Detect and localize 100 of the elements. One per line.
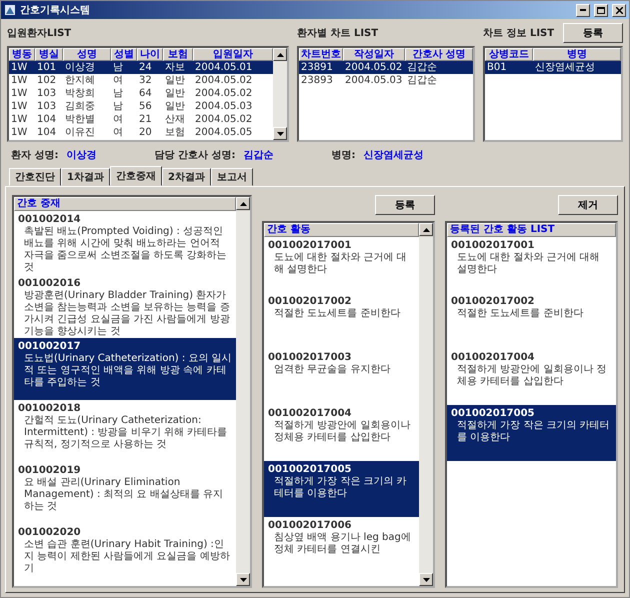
table-cell-text: 21 xyxy=(138,113,153,126)
list-item[interactable]: 001002019 요 배설 관리(Urinary Elimination Management) : 최적의 요 배설상태를 유지하는 것 xyxy=(14,462,236,524)
register-button[interactable]: 등록 xyxy=(375,195,435,215)
scroll-up-icon[interactable] xyxy=(419,223,433,236)
table-cell-text: 이유진 xyxy=(64,126,96,139)
minimize-icon xyxy=(580,9,586,11)
maximize-button[interactable] xyxy=(594,4,608,16)
item-description: 도뇨법(Urinary Catheterization) : 요의 일시적 또는 영구적인 배액을 위해 방광 속에 카테타를 주입하는 것 xyxy=(23,353,232,389)
column-header[interactable]: 병동 xyxy=(9,48,35,61)
table-row[interactable]: 23893 2004.05.03 김갑순 xyxy=(299,74,473,87)
item-description: 적절한 도뇨세트를 준비한다 xyxy=(273,308,402,320)
list-item[interactable]: 001002018 간헐적 도뇨(Urinary Catheterization: Intermittent) : 방광을 비우기 위해 카테타를 규칙적, 정기적으로 사용하는 것 xyxy=(14,400,236,462)
register-button[interactable]: 등록 xyxy=(563,23,623,43)
scroll-up-icon[interactable] xyxy=(273,48,287,61)
table-cell-text: B01 xyxy=(486,61,508,74)
table-cell-text: 일반 xyxy=(164,74,186,87)
table-cell-text: 남 xyxy=(112,61,124,74)
column-header[interactable]: 보험 xyxy=(163,48,193,61)
list-item[interactable]: 001002017001 도뇨에 대한 절차와 근거에 대해 설명한다 xyxy=(447,237,616,293)
table-cell-text: 24 xyxy=(138,61,153,74)
item-description: 촉발된 배뇨(Prompted Voiding) : 성공적인 배뇨를 위해 시간에 맞춰 배뇨하라는 언어적 자극을 줌으로써 소변조절을 하도록 강화하는 것 xyxy=(23,226,228,274)
list-item[interactable]: 001002017006 침상옆 배액 용기나 leg bag에 정체 카테터를 연결시킨 xyxy=(264,517,419,573)
scroll-down-icon[interactable] xyxy=(419,573,433,586)
table-cell-text: 박한별 xyxy=(64,113,96,126)
table-cell-text: 여 xyxy=(112,113,124,126)
table-cell-text: 일반 xyxy=(164,87,186,100)
table-cell-text: 남 xyxy=(112,100,124,113)
scroll-up-icon[interactable] xyxy=(236,197,250,210)
item-code: 001002017002 xyxy=(268,296,352,308)
table-cell-text: 자보 xyxy=(164,61,186,74)
column-header[interactable]: 나이 xyxy=(137,48,163,61)
tab[interactable]: 1차결과 xyxy=(61,168,110,186)
list-item[interactable]: 001002017002 적절한 도뇨세트를 준비한다 xyxy=(264,293,419,349)
table-cell-text: 2004.05.02 xyxy=(194,113,254,126)
column-header[interactable]: 작성일자 xyxy=(343,48,405,61)
table-cell-text: 2004.05.02 xyxy=(344,61,404,74)
tab[interactable]: 간호중재 xyxy=(110,166,162,186)
list-item[interactable]: 001002016 방광훈련(Urinary Bladder Training) 환자가 소변을 참는능력과 소변을 보유하는 능력을 증가시켜 긴급성 요실금을 가진 사람들에게 방광기능을 향상시키는 것 xyxy=(14,274,236,338)
item-description: 도뇨에 대한 절차와 근거에 대해 설명한다 xyxy=(273,252,408,276)
item-description: 적절한 도뇨세트를 준비한다 xyxy=(456,308,584,320)
item-code: 001002016 xyxy=(18,278,82,290)
table-cell-text: 101 xyxy=(36,61,58,74)
tab[interactable]: 2차결과 xyxy=(162,168,211,186)
scroll-down-icon[interactable] xyxy=(236,573,250,586)
remove-button[interactable]: 제거 xyxy=(558,195,618,215)
table-row[interactable]: 1W 104 이유진 여 20 보험 2004.05.05 xyxy=(9,126,273,139)
column-header[interactable]: 병명 xyxy=(533,48,621,61)
table-cell-text: 여 xyxy=(112,74,124,87)
list-item[interactable]: 001002017004 적절하게 방광안에 일회용이나 정체용 카테터를 삽입한다 xyxy=(264,405,419,461)
tab[interactable]: 보고서 xyxy=(210,168,253,186)
tab[interactable]: 간호진단 xyxy=(9,168,61,186)
table-cell-text: 102 xyxy=(36,74,58,87)
list-title: 환자별 차트 LIST xyxy=(297,27,378,40)
close-button[interactable] xyxy=(612,4,626,16)
item-code: 001002017003 xyxy=(268,352,352,364)
table-cell-text: 2004.05.03 xyxy=(194,100,254,113)
window-title: 간호기록시스템 xyxy=(20,4,91,17)
table-row[interactable]: B01 신장염세균성 xyxy=(485,61,621,74)
list-header: 간호 중재 xyxy=(14,197,236,211)
table-row[interactable]: 1W 101 이상경 남 24 자보 2004.05.01 xyxy=(9,61,273,74)
table-row[interactable]: 1W 102 한지혜 여 32 일반 2004.05.02 xyxy=(9,74,273,87)
app-icon xyxy=(4,4,16,16)
column-header[interactable]: 간호사 성명 xyxy=(405,48,473,61)
table-cell-text: 한지혜 xyxy=(64,74,96,87)
scroll-down-icon[interactable] xyxy=(273,127,287,140)
item-code: 001002020 xyxy=(18,527,82,539)
table-row[interactable]: 1W 103 김희중 남 56 일반 2004.05.03 xyxy=(9,100,273,113)
list-title: 차트 정보 LIST xyxy=(483,27,554,40)
list-item[interactable]: 001002017002 적절한 도뇨세트를 준비한다 xyxy=(447,293,616,349)
table-row[interactable]: 23891 2004.05.02 김갑순 xyxy=(299,61,473,74)
table-row[interactable]: 1W 104 박한별 여 21 산재 2004.05.02 xyxy=(9,113,273,126)
column-header[interactable]: 입원일자 xyxy=(193,48,273,61)
table-cell-text: 2004.05.05 xyxy=(194,126,254,139)
minimize-button[interactable] xyxy=(576,4,590,16)
table-cell-text: 신장염세균성 xyxy=(534,61,596,74)
table-cell-text: 2004.05.02 xyxy=(194,87,254,100)
table-cell-text: 1W xyxy=(10,126,28,139)
list-item[interactable]: 001002020 소변 습관 훈련(Urinary Habit Training) :인지 능력이 제한된 사람들에게 요실금을 예방하기 xyxy=(14,524,236,586)
list-item[interactable]: 001002017005 적절하게 가장 작은 크기의 카테터를 이용한다 xyxy=(264,461,419,517)
item-description: 소변 습관 훈련(Urinary Habit Training) :인지 능력이 제한된 사람들에게 요실금을 예방하기 xyxy=(23,539,231,575)
column-header[interactable]: 성별 xyxy=(111,48,137,61)
column-header[interactable]: 상병코드 xyxy=(485,48,533,61)
column-header[interactable]: 차트번호 xyxy=(299,48,343,61)
table-row[interactable]: 1W 103 박창희 남 64 일반 2004.05.02 xyxy=(9,87,273,100)
column-header[interactable]: 성명 xyxy=(63,48,111,61)
list-item[interactable]: 001002017 도뇨법(Urinary Catheterization) : 요의 일시적 또는 영구적인 배액을 위해 방광 속에 카테타를 주입하는 것 xyxy=(14,338,236,400)
table-cell-text: 김갑순 xyxy=(406,74,438,87)
table-cell-text: 1W xyxy=(10,87,28,100)
list-item[interactable]: 001002017005 적절하게 가장 작은 크기의 카테터를 이용한다 xyxy=(447,405,616,461)
column-header[interactable]: 병실 xyxy=(35,48,63,61)
list-item[interactable]: 001002017004 적절하게 방광안에 일회용이나 정체용 카테터를 삽입한다 xyxy=(447,349,616,405)
item-code: 001002019 xyxy=(18,465,82,477)
table-cell-text: 1W xyxy=(10,113,28,126)
list-item[interactable]: 001002017001 도뇨에 대한 절차와 근거에 대해 설명한다 xyxy=(264,237,419,293)
list-item[interactable]: 001002014 촉발된 배뇨(Prompted Voiding) : 성공적인 배뇨를 위해 시간에 맞춰 배뇨하라는 언어적 자극을 줌으로써 소변조절을 하도록 강화하는 것 xyxy=(14,211,236,274)
table-cell-text: 2004.05.01 xyxy=(194,61,254,74)
table-cell-text: 1W xyxy=(10,61,28,74)
table-cell-text: 이상경 xyxy=(64,61,96,74)
item-description: 요 배설 관리(Urinary Elimination Management) : 최적의 요 배설상태를 유지하는 것 xyxy=(23,477,224,513)
list-item[interactable]: 001002017003 엄격한 무균술을 유지한다 xyxy=(264,349,419,405)
